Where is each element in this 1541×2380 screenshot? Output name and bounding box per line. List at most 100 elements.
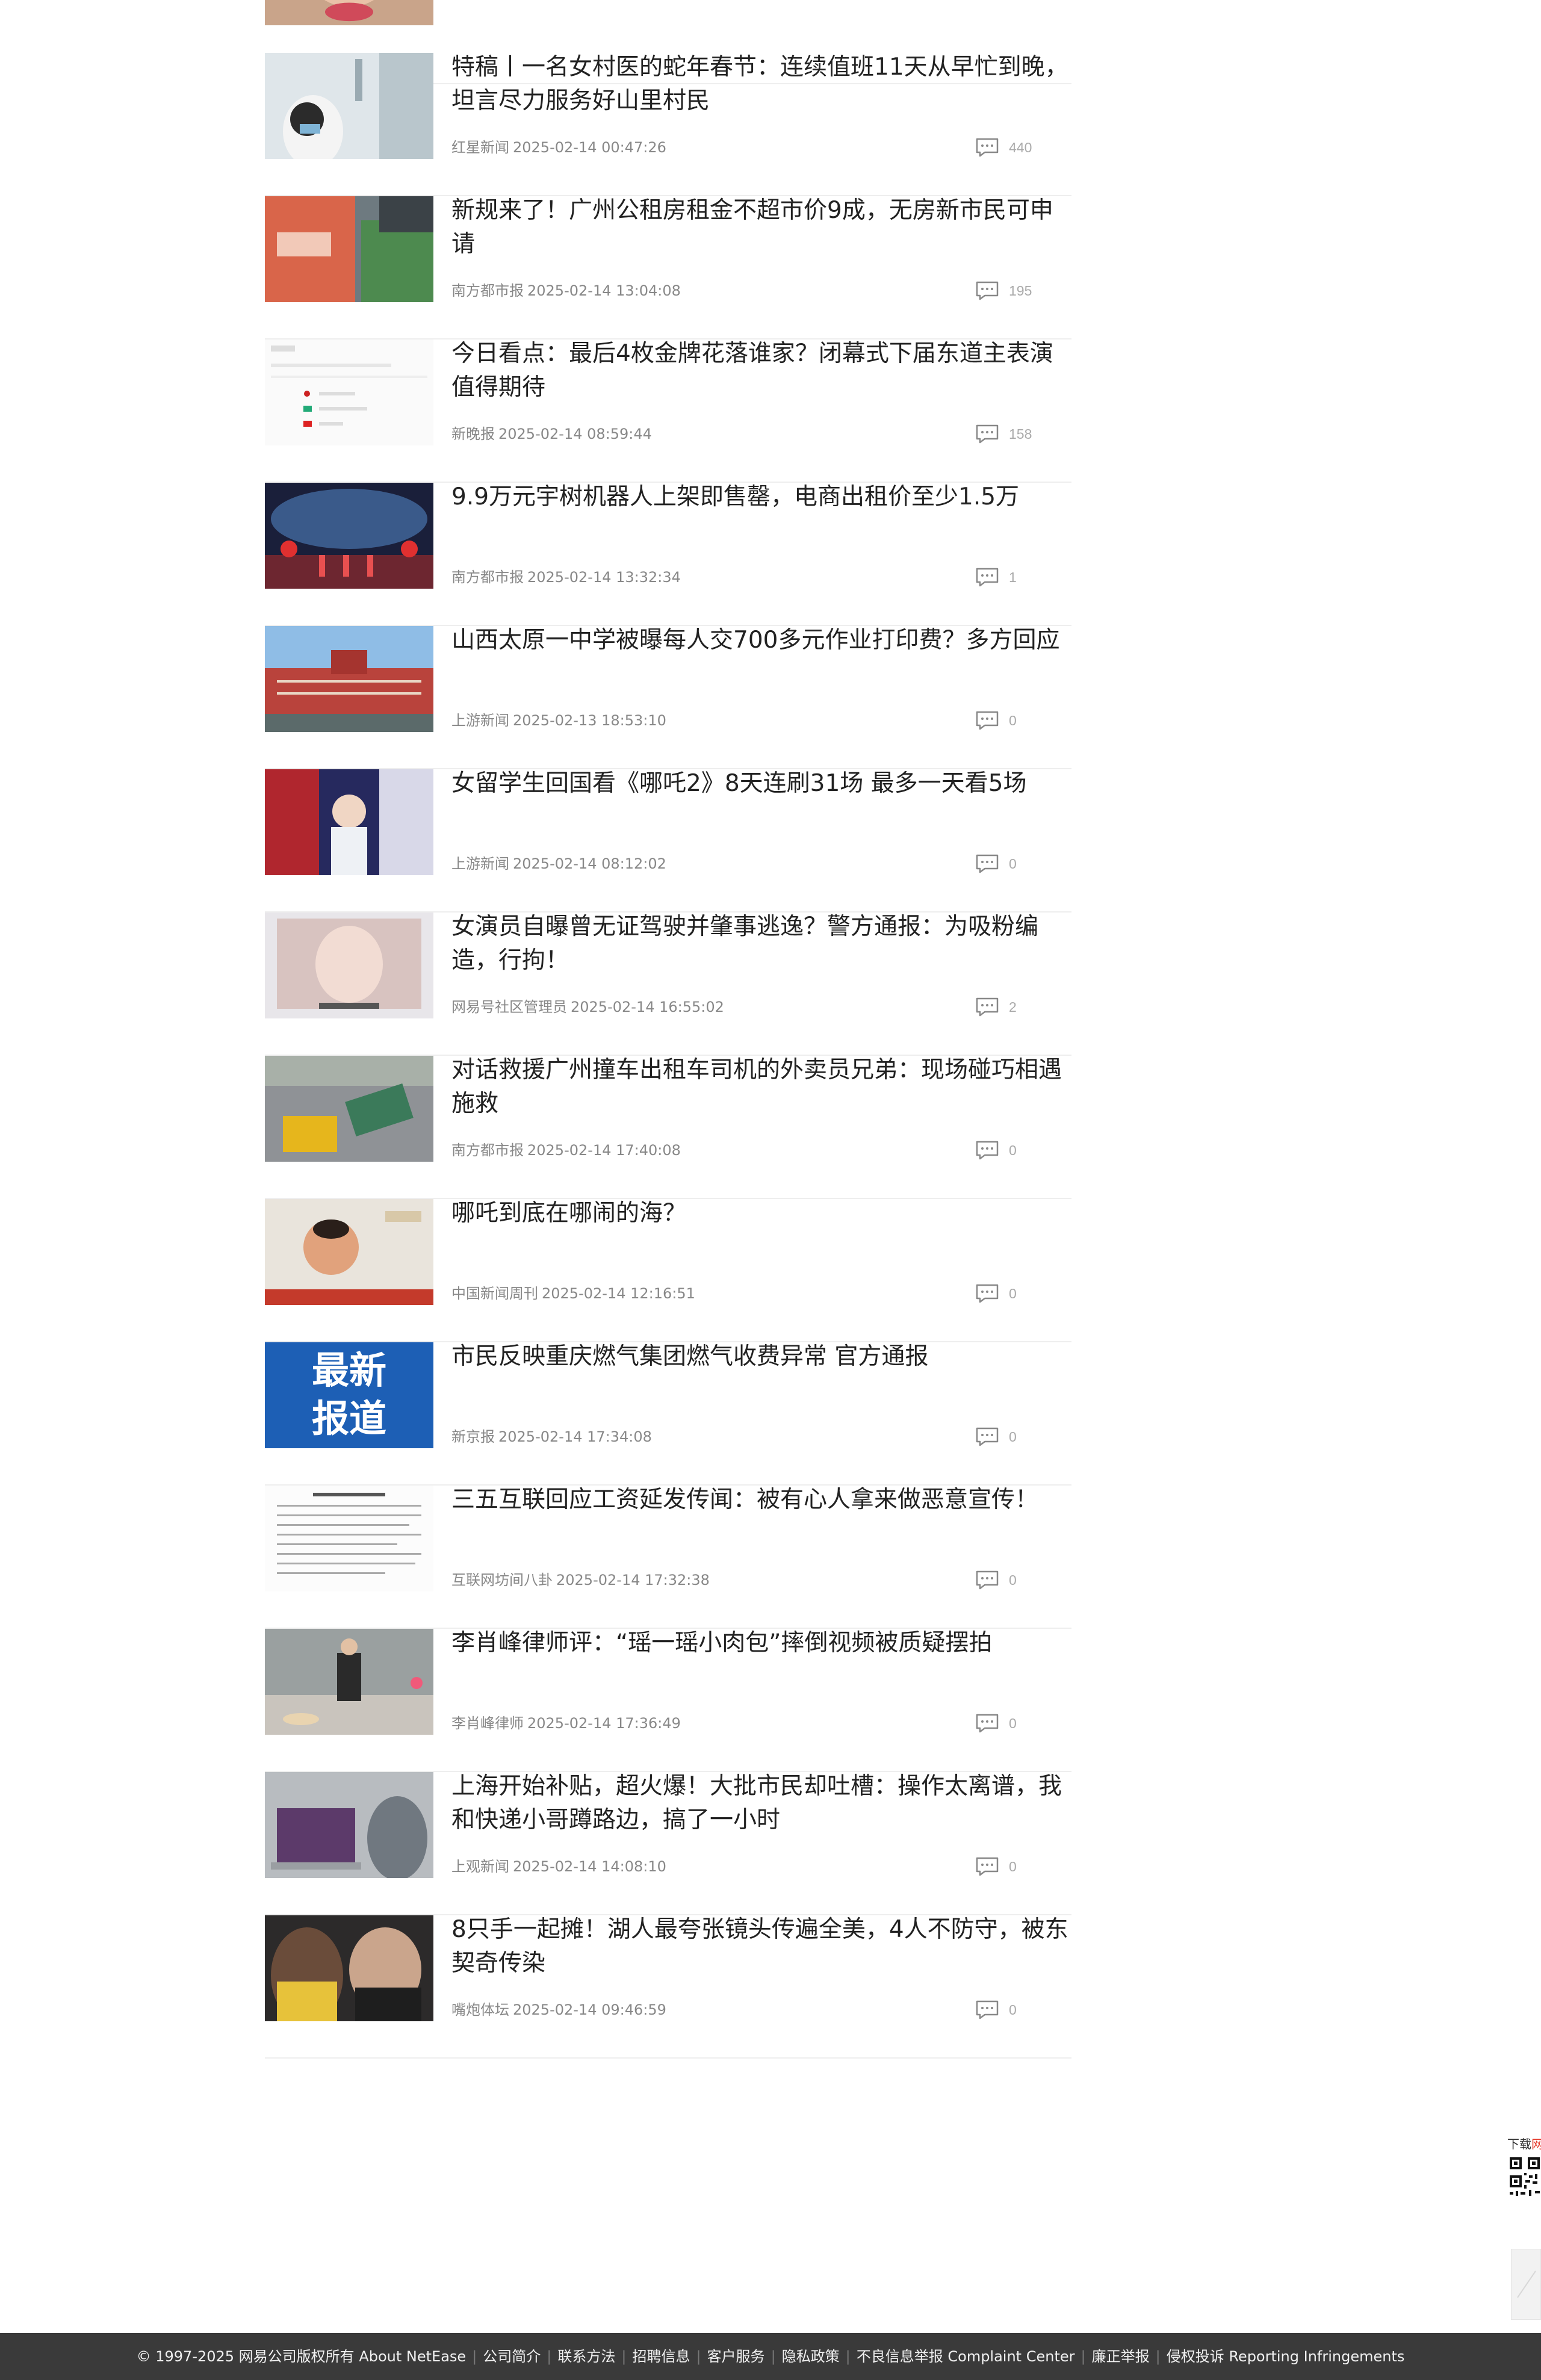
news-thumbnail[interactable] [265, 1199, 433, 1305]
news-title[interactable]: 女演员自曝曾无证驾驶并肇事逃逸？警方通报：为吸粉编造，行拘！ [451, 910, 1071, 978]
comment-icon [976, 2000, 999, 2019]
news-title[interactable]: 市民反映重庆燃气集团燃气收费异常 官方通报 [451, 1340, 1071, 1374]
comment-count-value: 440 [1009, 139, 1032, 155]
news-source[interactable]: 网易号社区管理员 [451, 999, 567, 1015]
news-source[interactable]: 上观新闻 [451, 1858, 509, 1875]
comment-count[interactable]: 1 [975, 567, 1017, 587]
news-thumbnail[interactable] [265, 1486, 433, 1591]
comment-count[interactable]: 440 [975, 137, 1032, 158]
news-meta: 上观新闻 2025-02-14 14:08:10 [451, 1858, 666, 1876]
news-source[interactable]: 红星新闻 [451, 139, 509, 156]
news-thumbnail[interactable] [265, 339, 433, 445]
footer-separator: | [621, 2348, 627, 2365]
footer-link[interactable]: 侵权投诉 Reporting Infringements [1167, 2348, 1405, 2365]
news-title[interactable]: 9.9万元宇树机器人上架即售罄，电商出租价至少1.5万 [451, 480, 1071, 514]
news-item[interactable]: 女演员自曝曾无证驾驶并肇事逃逸？警方通报：为吸粉编造，行拘！ 网易号社区管理员 20… [265, 913, 1071, 1056]
news-thumbnail[interactable] [265, 483, 433, 589]
news-time: 2025-02-14 00:47:26 [513, 139, 666, 156]
news-item[interactable]: 8只手一起摊！湖人最夸张镜头传遍全美，4人不防守，被东契奇传染 嘴炮体坛 2025-… [265, 1915, 1071, 2059]
news-thumbnail[interactable] [265, 1915, 433, 2021]
footer-link[interactable]: 招聘信息 [632, 2348, 690, 2365]
footer-link[interactable]: 联系方法 [557, 2348, 615, 2365]
news-source[interactable]: 南方都市报 [451, 282, 524, 299]
comment-count[interactable]: 0 [975, 1283, 1017, 1304]
news-title[interactable]: 特稿丨一名女村医的蛇年春节：连续值班11天从早忙到晚，坦言尽力服务好山里村民 [451, 51, 1071, 118]
comment-count[interactable]: 0 [975, 1140, 1017, 1161]
comment-count[interactable]: 195 [975, 280, 1032, 301]
news-thumbnail[interactable] [265, 626, 433, 732]
back-to-top-button[interactable] [1511, 2249, 1541, 2320]
news-title[interactable]: 三五互联回应工资延发传闻：被有心人拿来做恶意宣传！ [451, 1483, 1071, 1517]
qr-code-icon[interactable] [1507, 2154, 1541, 2250]
news-title[interactable]: 新规来了！广州公租房租金不超市价9成，无房新市民可申请 [451, 194, 1071, 261]
news-item[interactable]: 9.9万元宇树机器人上架即售罄，电商出租价至少1.5万 南方都市报 2025-02-… [265, 483, 1071, 626]
news-title[interactable]: 今日看点：最后4枚金牌花落谁家？闭幕式下届东道主表演值得期待 [451, 337, 1071, 404]
news-item[interactable]: 特稿丨一名女村医的蛇年春节：连续值班11天从早忙到晚，坦言尽力服务好山里村民红星… [265, 53, 1071, 196]
news-item[interactable]: 新规来了！广州公租房租金不超市价9成，无房新市民可申请南方都市报 2025-02-… [265, 196, 1071, 339]
comment-count-value: 195 [1009, 282, 1032, 299]
news-title[interactable]: 上海开始补贴，超火爆！大批市民却吐槽：操作太离谱，我和快递小哥蹲路边，搞了一小时 [451, 1770, 1071, 1837]
comment-count-value: 2 [1009, 999, 1017, 1015]
news-title[interactable]: 山西太原一中学被曝每人交700多元作业打印费？多方回应 [451, 624, 1071, 657]
footer-link[interactable]: 廉正举报 [1092, 2348, 1150, 2365]
news-item[interactable]: 最新 报道 市民反映重庆燃气集团燃气收费异常 官方通报新京报 2025-02-14 … [265, 1342, 1071, 1486]
news-title[interactable]: 8只手一起摊！湖人最夸张镜头传遍全美，4人不防守，被东契奇传染 [451, 1913, 1071, 1980]
comment-count[interactable]: 0 [975, 1427, 1017, 1447]
news-item[interactable]: 上海开始补贴，超火爆！大批市民却吐槽：操作太离谱，我和快递小哥蹲路边，搞了一小时… [265, 1772, 1071, 1915]
news-source[interactable]: 嘴炮体坛 [451, 2001, 509, 2018]
news-source[interactable]: 南方都市报 [451, 569, 524, 586]
news-item[interactable]: 对话救援广州撞车出租车司机的外卖员兄弟：现场碰巧相遇施救南方都市报 2025-02… [265, 1056, 1071, 1199]
comment-count[interactable]: 2 [975, 997, 1017, 1017]
news-title[interactable]: 对话救援广州撞车出租车司机的外卖员兄弟：现场碰巧相遇施救 [451, 1053, 1071, 1121]
news-item[interactable]: 女留学生回国看《哪吒2》8天连刷31场 最多一天看5场 上游新闻 2025-02-1… [265, 769, 1071, 913]
news-thumbnail[interactable] [265, 1056, 433, 1162]
news-meta: 南方都市报 2025-02-14 13:04:08 [451, 282, 681, 300]
news-source[interactable]: 新晚报 [451, 426, 495, 442]
news-item[interactable]: 三五互联回应工资延发传闻：被有心人拿来做恶意宣传！ 互联网坊间八卦 2025-02-… [265, 1486, 1071, 1629]
comment-count[interactable]: 0 [975, 1856, 1017, 1877]
news-source[interactable]: 互联网坊间八卦 [451, 1572, 553, 1588]
comment-count-value: 0 [1009, 2001, 1017, 2018]
comment-count[interactable]: 0 [975, 2000, 1017, 2020]
footer-link[interactable]: About NetEase [359, 2348, 466, 2365]
comment-count-value: 0 [1009, 1858, 1017, 1874]
comment-count[interactable]: 0 [975, 710, 1017, 731]
news-source[interactable]: 新京报 [451, 1428, 495, 1445]
news-thumbnail[interactable]: 最新 报道 [265, 1342, 433, 1448]
news-title[interactable]: 女留学生回国看《哪吒2》8天连刷31场 最多一天看5场 [451, 767, 1071, 801]
news-meta: 南方都市报 2025-02-14 17:40:08 [451, 1141, 681, 1159]
comment-icon [976, 138, 999, 157]
comment-count[interactable]: 0 [975, 854, 1017, 874]
news-source[interactable]: 上游新闻 [451, 712, 509, 729]
news-title[interactable]: 李肖峰律师评：“瑶一瑶小肉包”摔倒视频被质疑摆拍 [451, 1626, 1071, 1660]
comment-count[interactable]: 0 [975, 1713, 1017, 1734]
footer-link[interactable]: 客户服务 [707, 2348, 765, 2365]
news-thumbnail[interactable] [265, 769, 433, 875]
news-source[interactable]: 中国新闻周刊 [451, 1285, 538, 1302]
news-thumbnail[interactable] [265, 1772, 433, 1878]
news-time: 2025-02-14 17:36:49 [527, 1715, 681, 1732]
news-thumbnail[interactable] [265, 0, 433, 25]
news-time: 2025-02-14 17:34:08 [498, 1428, 652, 1445]
footer-link[interactable]: 隐私政策 [782, 2348, 840, 2365]
news-thumbnail[interactable] [265, 53, 433, 159]
news-item[interactable]: 哪吒到底在哪闹的海？ 中国新闻周刊 2025-02-14 12:16:51 0 [265, 1199, 1071, 1342]
news-thumbnail[interactable] [265, 196, 433, 302]
footer-link[interactable]: 公司简介 [483, 2348, 541, 2365]
news-source[interactable]: 上游新闻 [451, 855, 509, 872]
news-thumbnail[interactable] [265, 1629, 433, 1735]
news-source[interactable]: 南方都市报 [451, 1142, 524, 1159]
comment-count[interactable]: 158 [975, 424, 1032, 444]
footer-separator: | [696, 2348, 701, 2365]
comment-count-value: 0 [1009, 1142, 1017, 1158]
news-item[interactable]: 李肖峰律师评：“瑶一瑶小肉包”摔倒视频被质疑摆拍李肖峰律师 2025-02-14 … [265, 1629, 1071, 1772]
news-item[interactable]: 山西太原一中学被曝每人交700多元作业打印费？多方回应 上游新闻 2025-02-1… [265, 626, 1071, 769]
news-item[interactable]: 今日看点：最后4枚金牌花落谁家？闭幕式下届东道主表演值得期待 新晚报 2025-02… [265, 339, 1071, 483]
comment-count[interactable]: 0 [975, 1570, 1017, 1590]
news-meta: 新京报 2025-02-14 17:34:08 [451, 1428, 652, 1446]
footer-link[interactable]: 不良信息举报 Complaint Center [857, 2348, 1075, 2365]
news-thumbnail[interactable] [265, 913, 433, 1018]
app-download-widget[interactable]: 下载网易 [1507, 2134, 1541, 2253]
news-title[interactable]: 哪吒到底在哪闹的海？ [451, 1197, 1071, 1230]
news-source[interactable]: 李肖峰律师 [451, 1715, 524, 1732]
